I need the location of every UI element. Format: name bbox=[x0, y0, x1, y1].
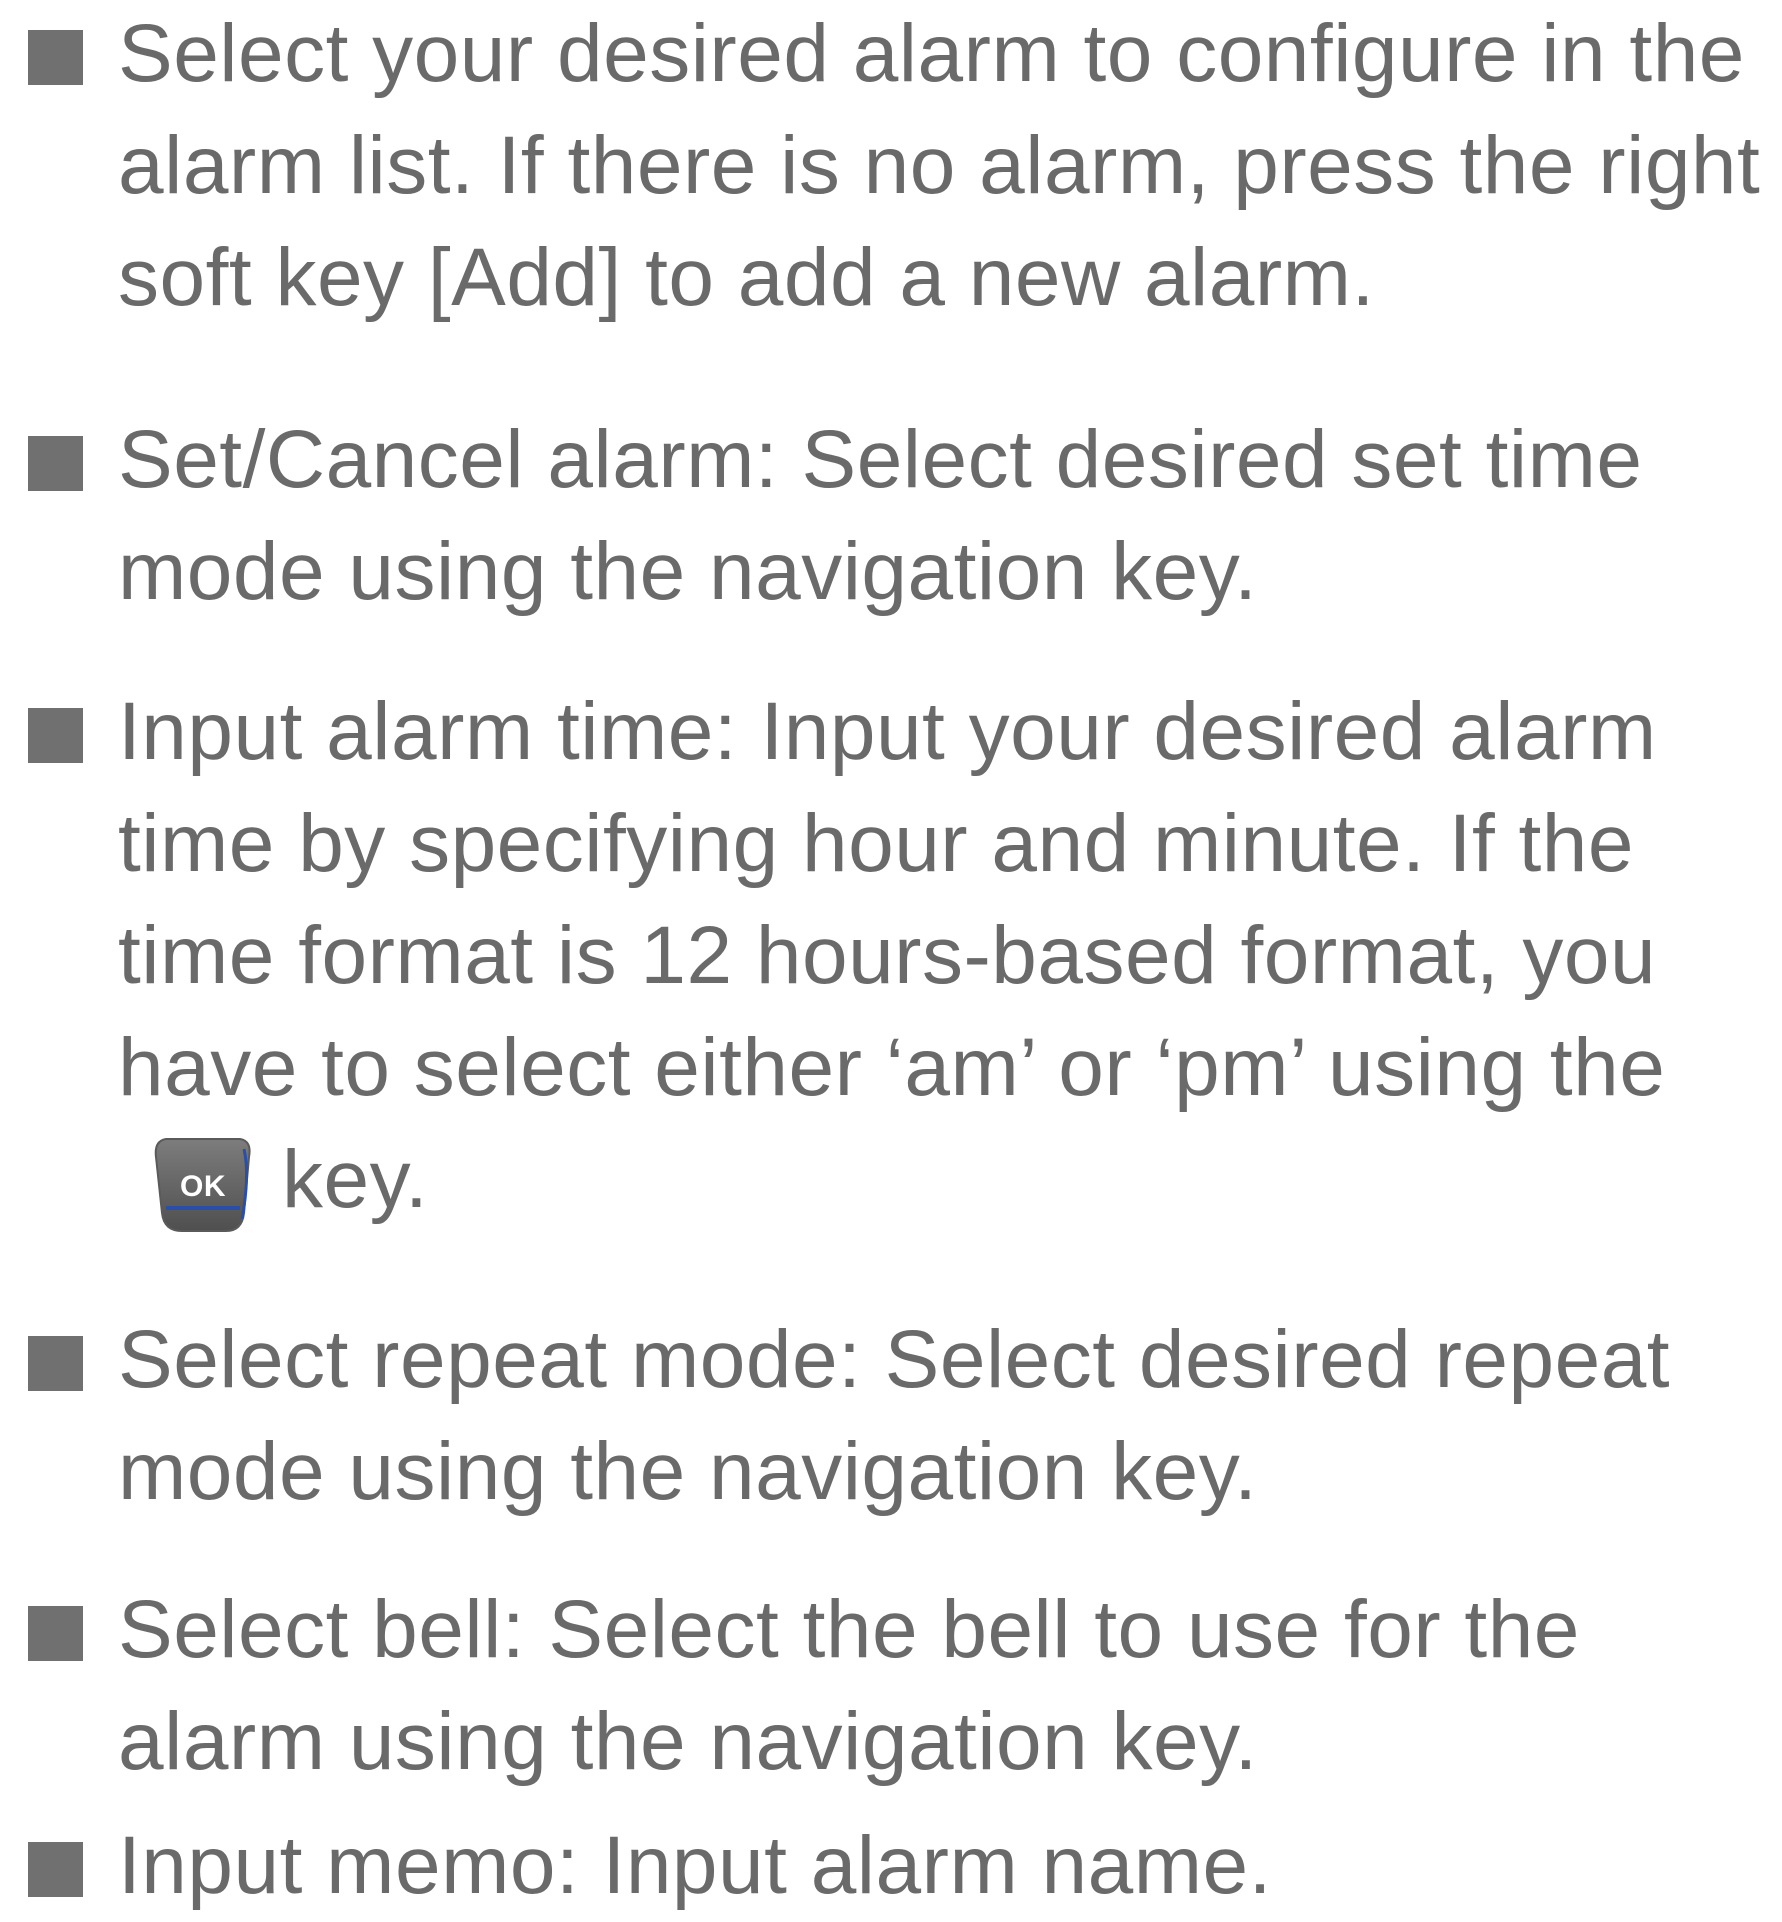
text-line: alarm list. If there is no alarm, press … bbox=[118, 120, 1761, 211]
text-line: time format is 12 hours-based format, yo… bbox=[118, 910, 1657, 1001]
bullet-square-icon bbox=[28, 708, 83, 763]
text-line: alarm using the navigation key. bbox=[118, 1696, 1258, 1787]
ok-key-icon: OK bbox=[152, 1135, 256, 1235]
text-line: mode using the navigation key. bbox=[118, 1426, 1258, 1517]
text-line: Select repeat mode: Select desired repea… bbox=[118, 1314, 1671, 1405]
bullet-square-icon bbox=[28, 436, 83, 491]
text-line: time by specifying hour and minute. If t… bbox=[118, 798, 1635, 889]
alarm-instructions: Select your desired alarm to configure i… bbox=[0, 0, 1782, 1911]
instruction-text: Select bell: Select the bell to use for … bbox=[118, 1574, 1778, 1798]
text-line: Select bell: Select the bell to use for … bbox=[118, 1584, 1580, 1675]
bullet-square-icon bbox=[28, 1336, 83, 1391]
instruction-text: Input alarm time: Input your desired ala… bbox=[118, 676, 1778, 1236]
instruction-text: Select your desired alarm to configure i… bbox=[118, 0, 1778, 334]
key-line-suffix: key. bbox=[282, 1134, 429, 1225]
bullet-square-icon bbox=[28, 30, 83, 85]
text-line-with-key: OK key. bbox=[118, 1124, 1778, 1236]
text-line: mode using the navigation key. bbox=[118, 526, 1258, 617]
instruction-text: Select repeat mode: Select desired repea… bbox=[118, 1304, 1778, 1528]
ok-key-label: OK bbox=[180, 1170, 226, 1203]
text-line: soft key [Add] to add a new alarm. bbox=[118, 232, 1375, 323]
text-line: Input memo: Input alarm name. bbox=[118, 1820, 1272, 1911]
text-line: Select your desired alarm to configure i… bbox=[118, 8, 1745, 99]
instruction-text: Input memo: Input alarm name. bbox=[118, 1810, 1778, 1922]
text-line: Set/Cancel alarm: Select desired set tim… bbox=[118, 414, 1643, 505]
text-line: Input alarm time: Input your desired ala… bbox=[118, 686, 1657, 777]
instruction-text: Set/Cancel alarm: Select desired set tim… bbox=[118, 404, 1778, 628]
ok-key-graphic: OK bbox=[154, 1138, 251, 1232]
text-line: have to select either ‘am’ or ‘pm’ using… bbox=[118, 1022, 1666, 1113]
bullet-square-icon bbox=[28, 1606, 83, 1661]
